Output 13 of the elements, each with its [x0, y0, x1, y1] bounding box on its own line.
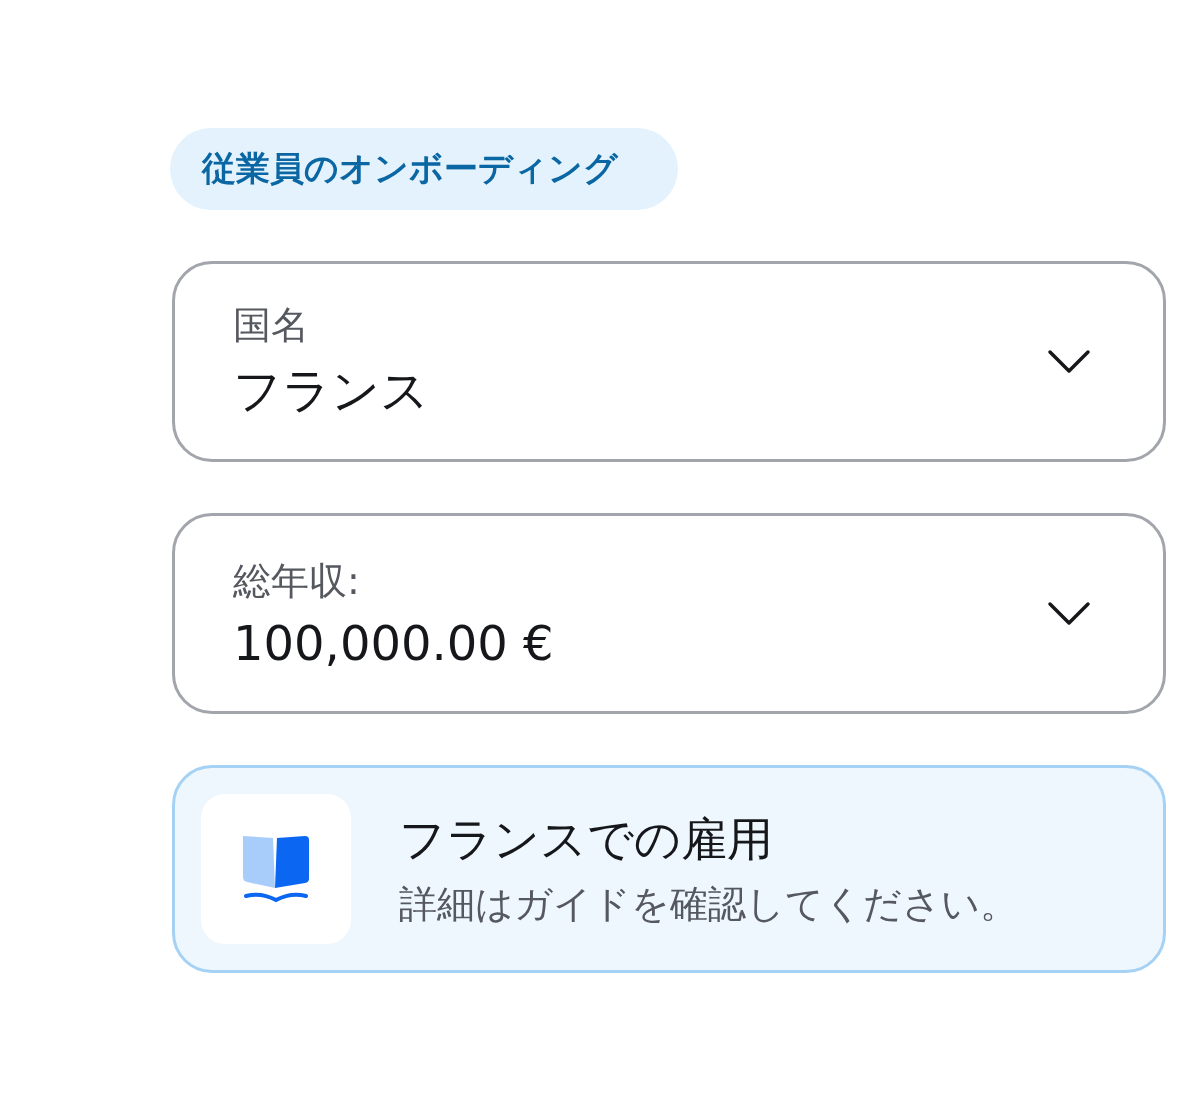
card-subtitle: 詳細はガイドを確認してください。	[399, 880, 1018, 928]
field-label: 国名	[233, 302, 310, 349]
book-icon	[241, 834, 311, 904]
field-value: 100,000.00 €	[233, 615, 554, 671]
card-title: フランスでの雇用	[399, 810, 774, 868]
chevron-down-icon	[1047, 348, 1091, 375]
guide-card[interactable]: フランスでの雇用 詳細はガイドを確認してください。	[172, 765, 1166, 973]
chevron-down-icon	[1047, 600, 1091, 627]
field-label: 総年収:	[233, 558, 361, 605]
dropdown-field[interactable]: 国名 フランス	[172, 261, 1166, 462]
dropdown-field[interactable]: 総年収: 100,000.00 €	[172, 513, 1166, 714]
field-value: フランス	[233, 361, 429, 420]
category-badge: 従業員のオンボーディング	[170, 128, 678, 210]
